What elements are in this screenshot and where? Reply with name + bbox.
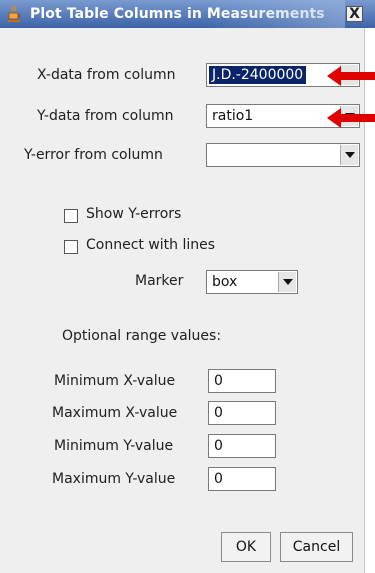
- max-x-value: 0: [214, 405, 223, 421]
- y-data-label: Y-data from column: [37, 108, 174, 124]
- min-y-value: 0: [214, 438, 223, 454]
- show-y-errors-checkbox[interactable]: [64, 209, 78, 223]
- min-y-label: Minimum Y-value: [54, 438, 174, 454]
- java-cup-icon: [8, 5, 20, 22]
- min-y-input[interactable]: 0: [208, 434, 276, 458]
- marker-label: Marker: [135, 273, 184, 289]
- max-x-label: Maximum X-value: [52, 405, 178, 421]
- dialog: Plot Table Columns in Measurements X X-d…: [0, 0, 375, 573]
- connect-lines-label: Connect with lines: [86, 237, 216, 253]
- chevron-down-icon[interactable]: [278, 272, 296, 292]
- connect-lines-checkbox[interactable]: [64, 240, 78, 254]
- window-title: Plot Table Columns in Measurements: [30, 6, 325, 22]
- chevron-down-icon[interactable]: [340, 145, 358, 165]
- max-y-label: Maximum Y-value: [52, 471, 176, 487]
- marker-value: box: [212, 274, 238, 290]
- x-data-label: X-data from column: [37, 67, 176, 83]
- max-y-value: 0: [214, 471, 223, 487]
- range-heading: Optional range values:: [62, 328, 222, 344]
- ok-button[interactable]: OK: [221, 532, 271, 562]
- max-y-input[interactable]: 0: [208, 467, 276, 491]
- min-x-label: Minimum X-value: [54, 373, 176, 389]
- title-bar: Plot Table Columns in Measurements X: [0, 0, 375, 28]
- max-x-input[interactable]: 0: [208, 401, 276, 425]
- min-x-value: 0: [214, 373, 223, 389]
- min-x-input[interactable]: 0: [208, 369, 276, 393]
- y-data-value: ratio1: [212, 108, 254, 124]
- x-data-value: J.D.-2400000: [209, 66, 307, 84]
- close-button[interactable]: X: [346, 6, 363, 22]
- y-error-select[interactable]: [206, 143, 360, 167]
- marker-select[interactable]: box: [206, 270, 298, 294]
- red-arrow-icon: [327, 108, 375, 128]
- y-error-label: Y-error from column: [24, 147, 163, 163]
- cancel-button[interactable]: Cancel: [280, 532, 353, 562]
- red-arrow-icon: [327, 66, 375, 86]
- show-y-errors-label: Show Y-errors: [86, 206, 182, 222]
